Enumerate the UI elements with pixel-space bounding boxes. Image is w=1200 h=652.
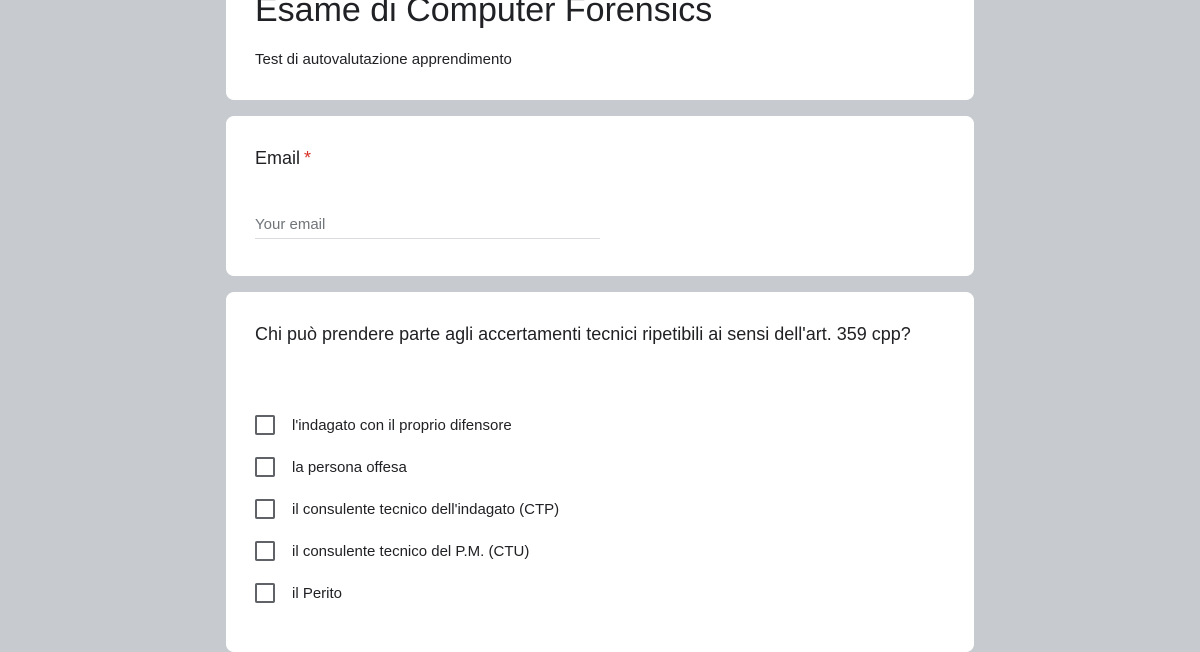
form-description: Test di autovalutazione apprendimento (255, 51, 512, 68)
option-label[interactable]: l'indagato con il proprio difensore (292, 417, 512, 434)
checkbox-option[interactable]: l'indagato con il proprio difensore (255, 404, 559, 446)
email-question-card: Email * (226, 116, 974, 276)
required-asterisk: * (304, 148, 312, 168)
email-label: Email * (255, 144, 311, 172)
checkbox-square-icon[interactable] (255, 415, 275, 435)
checkbox-option[interactable]: il consulente tecnico dell'indagato (CTP… (255, 488, 559, 530)
email-input[interactable] (255, 210, 600, 239)
checkbox-option[interactable]: il Perito (255, 572, 559, 614)
option-label[interactable]: il Perito (292, 585, 342, 602)
option-label[interactable]: il consulente tecnico dell'indagato (CTP… (292, 501, 559, 518)
question-title: Chi può prendere parte agli accertamenti… (255, 324, 911, 344)
checkbox-question-card: Chi può prendere parte agli accertamenti… (226, 292, 974, 652)
checkbox-option[interactable]: la persona offesa (255, 446, 559, 488)
checkbox-square-icon[interactable] (255, 457, 275, 477)
form-header-card: Esame di Computer Forensics Test di auto… (226, 0, 974, 100)
form-title: Esame di Computer Forensics (255, 0, 713, 29)
checkbox-option[interactable]: il consulente tecnico del P.M. (CTU) (255, 530, 559, 572)
email-label-text: Email (255, 148, 301, 168)
option-label[interactable]: il consulente tecnico del P.M. (CTU) (292, 543, 529, 560)
checkbox-square-icon[interactable] (255, 499, 275, 519)
checkbox-options-list: l'indagato con il proprio difensore la p… (255, 404, 559, 614)
checkbox-square-icon[interactable] (255, 541, 275, 561)
option-label[interactable]: la persona offesa (292, 459, 407, 476)
checkbox-square-icon[interactable] (255, 583, 275, 603)
